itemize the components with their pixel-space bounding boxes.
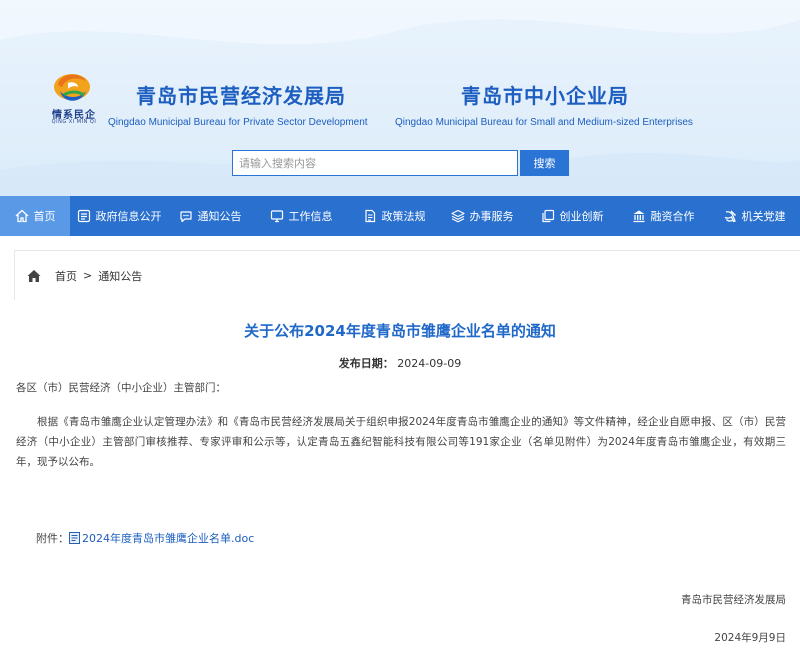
publish-date: 发布日期： 2024-09-09 bbox=[0, 355, 800, 371]
nav-item-label: 办事服务 bbox=[469, 210, 514, 223]
monitor-icon bbox=[270, 209, 284, 223]
nav-item-party-building[interactable]: 机关党建 bbox=[708, 196, 800, 236]
search-button[interactable]: 搜索 bbox=[520, 150, 569, 176]
nav-item-gov-info[interactable]: 政府信息公开 bbox=[70, 196, 168, 236]
nav-item-financing[interactable]: 融资合作 bbox=[618, 196, 708, 236]
article-body: 根据《青岛市雏鹰企业认定管理办法》和《青岛市民营经济发展局关于组织申报2024年… bbox=[16, 416, 786, 468]
home-icon bbox=[15, 209, 29, 223]
signature-date: 2024年9月9日 bbox=[714, 632, 786, 644]
nav-item-label: 政策法规 bbox=[381, 210, 426, 223]
article-content: 首页 > 通知公告 关于公布2024年度青岛市雏鹰企业名单的通知 发布日期： 2… bbox=[0, 236, 800, 648]
list-icon bbox=[77, 209, 91, 223]
attachment-label: 附件： bbox=[36, 532, 69, 545]
org-sme-name-en: Qingdao Municipal Bureau for Small and M… bbox=[395, 117, 693, 128]
nav-item-services[interactable]: 办事服务 bbox=[438, 196, 526, 236]
home-icon[interactable] bbox=[27, 269, 41, 283]
breadcrumb: 首页 > 通知公告 bbox=[14, 250, 800, 300]
document-icon bbox=[363, 209, 377, 223]
chat-icon bbox=[179, 209, 193, 223]
publish-date-value: 2024-09-09 bbox=[397, 357, 462, 370]
search-bar: 搜索 bbox=[232, 150, 569, 176]
signature-organization: 青岛市民营经济发展局 bbox=[681, 594, 786, 606]
nav-item-home[interactable]: 首页 bbox=[0, 196, 70, 236]
breadcrumb-separator: > bbox=[83, 269, 93, 282]
nav-item-work-info[interactable]: 工作信息 bbox=[252, 196, 350, 236]
nav-item-notices[interactable]: 通知公告 bbox=[168, 196, 252, 236]
org-sme-name-cn: 青岛市中小企业局 bbox=[461, 84, 629, 108]
attachment: 附件： 2024年度青岛市雏鹰企业名单.doc bbox=[36, 530, 254, 546]
nav-item-label: 工作信息 bbox=[288, 210, 333, 223]
org-sme: 青岛市中小企业局 Qingdao Municipal Bureau for Sm… bbox=[395, 80, 693, 128]
bank-icon bbox=[632, 209, 646, 223]
article-title: 关于公布2024年度青岛市雏鹰企业名单的通知 bbox=[244, 322, 556, 340]
nav-item-label: 融资合作 bbox=[650, 210, 695, 223]
nav-item-label: 政府信息公开 bbox=[95, 210, 162, 223]
logo-slogan-pinyin: QING XI MIN QI bbox=[51, 119, 97, 125]
attachment-link[interactable]: 2024年度青岛市雏鹰企业名单.doc bbox=[82, 530, 254, 546]
copy-icon bbox=[541, 209, 555, 223]
party-emblem-icon bbox=[723, 209, 737, 223]
site-header: 情系民企 QING XI MIN QI 青岛市民营经济发展局 Qingdao M… bbox=[0, 0, 800, 196]
org-private-sector: 青岛市民营经济发展局 Qingdao Municipal Bureau for … bbox=[108, 80, 368, 128]
nav-item-label: 通知公告 bbox=[197, 210, 242, 223]
main-nav: 首页 政府信息公开 通知公告 工作信息 政策法规 办事服务 创业创新 融资合作 … bbox=[0, 196, 800, 236]
org-private-sector-name-en: Qingdao Municipal Bureau for Private Sec… bbox=[108, 117, 368, 128]
nav-item-policies[interactable]: 政策法规 bbox=[350, 196, 438, 236]
breadcrumb-current[interactable]: 通知公告 bbox=[98, 268, 142, 284]
doc-file-icon bbox=[69, 532, 80, 544]
article-salutation: 各区（市）民营经济（中小企业）主管部门： bbox=[16, 382, 226, 394]
layers-icon bbox=[450, 209, 465, 223]
nav-item-label: 机关党建 bbox=[741, 210, 786, 223]
search-input[interactable] bbox=[232, 150, 518, 176]
publish-date-label: 发布日期： bbox=[338, 357, 394, 370]
org-private-sector-name-cn: 青岛市民营经济发展局 bbox=[136, 84, 346, 108]
nav-item-label: 创业创新 bbox=[559, 210, 604, 223]
breadcrumb-home-link[interactable]: 首页 bbox=[55, 268, 77, 284]
nav-item-innovation[interactable]: 创业创新 bbox=[526, 196, 618, 236]
nav-item-label: 首页 bbox=[33, 210, 56, 223]
